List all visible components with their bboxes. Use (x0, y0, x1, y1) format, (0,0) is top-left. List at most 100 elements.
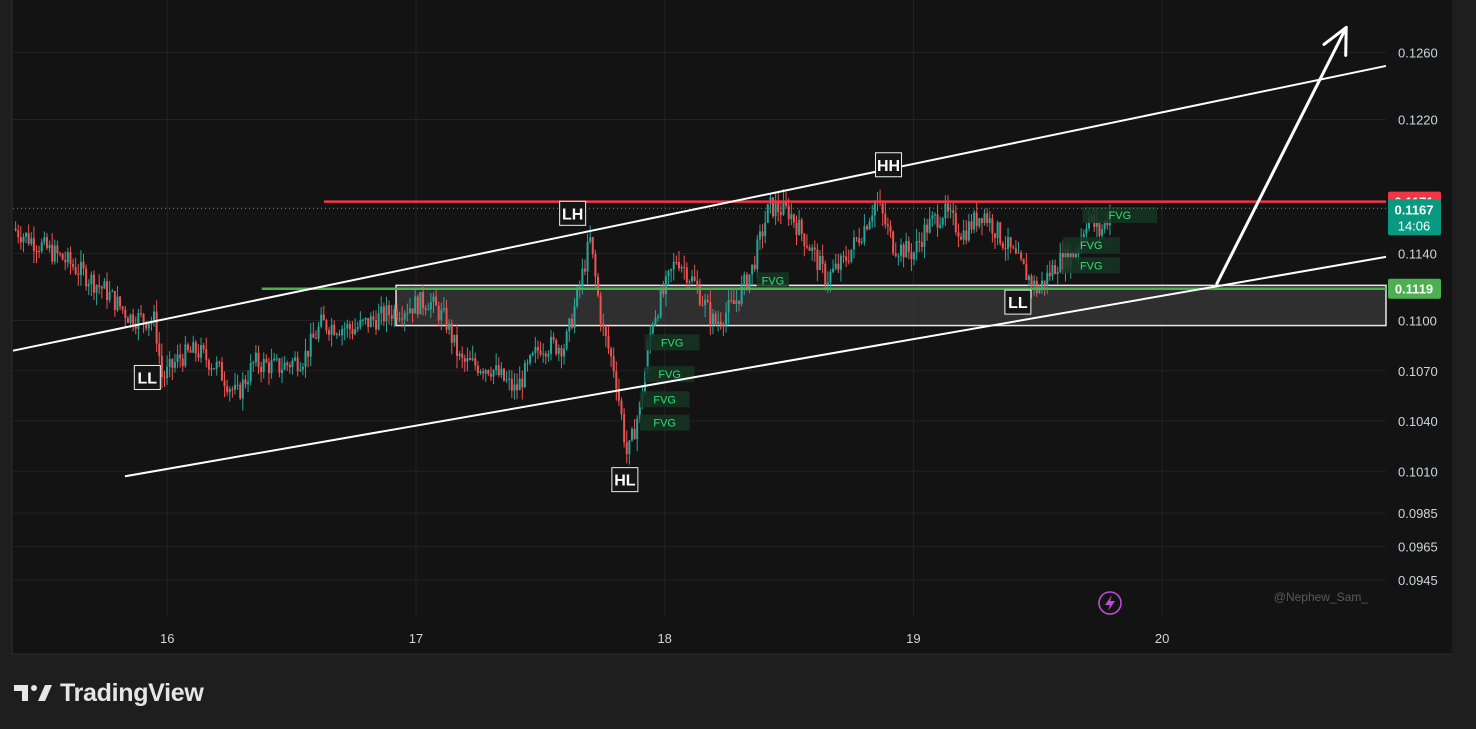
candle-body (662, 289, 665, 295)
candle-body (90, 274, 93, 285)
candle-body (576, 288, 579, 307)
candle-body (95, 285, 98, 293)
candle-body (1009, 237, 1012, 248)
current-price-tag: 0.116714:06 (1388, 199, 1441, 236)
fvg-zone: FVG (644, 334, 700, 351)
candle-body (440, 309, 443, 321)
candle-body (288, 364, 291, 368)
candle-body (66, 252, 69, 263)
price-tick-label: 0.1040 (1398, 414, 1438, 429)
price-tick-label: 0.1220 (1398, 113, 1438, 128)
candle-body (281, 369, 284, 373)
candle-body (367, 317, 370, 328)
candle-body (602, 323, 605, 327)
candle-body (837, 263, 840, 270)
price-axis: 0.1260 0.1220 0.1140 0.1100 0.1070 0.1040 0.10… (1398, 46, 1438, 589)
candle-body (612, 356, 615, 372)
candle-body (312, 333, 315, 338)
candle-body (61, 253, 64, 260)
candle-body (155, 311, 158, 344)
fvg-label: FVG (1080, 260, 1103, 272)
candle-body (273, 358, 276, 361)
candle-body (359, 319, 362, 328)
candle-body (910, 252, 913, 260)
candle-body (147, 323, 150, 329)
candle-body (727, 300, 730, 313)
candle-body (184, 344, 187, 366)
candle-body (803, 233, 806, 246)
candle-body (628, 440, 631, 455)
candle-body (1035, 280, 1038, 294)
candle-body (328, 330, 331, 335)
candle-body (965, 230, 968, 241)
candle-body (142, 313, 145, 323)
swing-label: HL (611, 467, 639, 493)
candle-body (636, 418, 639, 440)
candle-body (1033, 280, 1036, 287)
candle-body (1012, 247, 1015, 249)
candle-body (435, 296, 438, 306)
candle-body (247, 381, 250, 385)
candle-body (962, 230, 965, 240)
candle-body (502, 368, 505, 381)
candle-body (215, 361, 218, 369)
candle-body (59, 253, 62, 255)
candle-body (790, 214, 793, 220)
candle-body (782, 201, 785, 215)
candle-body (192, 342, 195, 353)
candle-body (798, 219, 801, 235)
candle-body (957, 232, 960, 237)
chart-frame: FVG FVG FVG FVG FVG FVG FVG FVG LL LH HL HH LL 0.1260… (0, 0, 1476, 729)
fvg-zone: FVG (1062, 237, 1120, 254)
candle-body (691, 276, 694, 282)
tradingview-brand[interactable]: TradingView (14, 676, 204, 710)
candle-body (38, 251, 41, 253)
candle-body (458, 353, 461, 356)
candle-body (536, 347, 539, 351)
candle-body (163, 377, 166, 379)
candle-body (74, 267, 77, 274)
candle-body (241, 379, 244, 399)
candle-body (346, 324, 349, 329)
candle-body (236, 384, 239, 386)
fvg-label: FVG (1080, 240, 1103, 252)
candle-body (766, 204, 769, 223)
candle-body (309, 333, 312, 357)
candle-body (868, 221, 871, 230)
candle-body (610, 348, 613, 357)
candle-body (419, 292, 422, 315)
candle-body (296, 357, 299, 371)
candle-body (1095, 222, 1098, 228)
candle-body (531, 352, 534, 356)
candle-body (1007, 237, 1010, 249)
candle-body (98, 285, 101, 287)
candle-body (103, 281, 106, 289)
candle-body (756, 239, 759, 270)
candle-body (764, 222, 767, 237)
candle-body (526, 362, 529, 364)
fvg-label: FVG (762, 275, 785, 287)
candle-body (495, 365, 498, 371)
candle-body (1001, 243, 1004, 248)
candle-body (77, 273, 80, 275)
candle-body (153, 311, 156, 322)
swing-label: LL (1004, 289, 1032, 315)
candle-body (260, 366, 263, 372)
candle-body (453, 334, 456, 343)
candle-body (1004, 247, 1007, 249)
candle-body (615, 371, 618, 390)
candle-body (711, 313, 714, 325)
candle-body (348, 324, 351, 330)
candle-body (761, 231, 764, 237)
candle-body (126, 318, 129, 323)
price-chart[interactable]: FVG FVG FVG FVG FVG FVG FVG FVG LL LH HL HH LL 0.1260… (0, 0, 1476, 729)
candle-body (137, 313, 140, 329)
candle-body (286, 362, 289, 365)
candle-body (1046, 272, 1049, 286)
candle-body (45, 237, 48, 249)
candle-body (205, 349, 208, 361)
candle-body (633, 428, 636, 440)
candle-body (432, 296, 435, 302)
fvg-zone: FVG (639, 414, 690, 431)
candle-body (855, 237, 858, 239)
